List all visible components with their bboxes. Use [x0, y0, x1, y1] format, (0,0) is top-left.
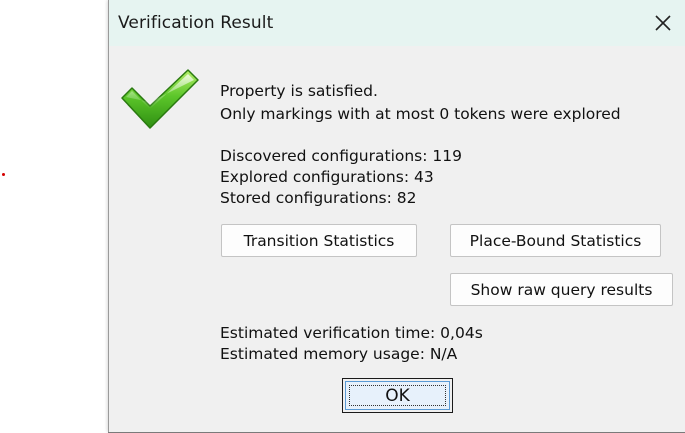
checkmark-icon [121, 69, 199, 129]
show-raw-query-results-button[interactable]: Show raw query results [450, 273, 673, 306]
ok-button[interactable]: OK [342, 378, 453, 413]
discovered-configurations: Discovered configurations: 119 [220, 147, 462, 165]
estimated-verification-time: Estimated verification time: 0,04s [220, 324, 483, 342]
dialog-title: Verification Result [118, 13, 274, 33]
explored-configurations: Explored configurations: 43 [220, 168, 434, 186]
title-bar: Verification Result [109, 0, 685, 46]
result-status: Property is satisfied. [220, 82, 378, 100]
close-icon [655, 15, 671, 31]
verification-result-dialog: Verification Result Property is satisfie… [108, 0, 685, 432]
transition-statistics-button[interactable]: Transition Statistics [221, 224, 417, 257]
estimated-memory-usage: Estimated memory usage: N/A [220, 345, 458, 363]
screen: Verification Result Property is satisfie… [0, 0, 685, 433]
result-note: Only markings with at most 0 tokens were… [220, 105, 621, 123]
stored-configurations: Stored configurations: 82 [220, 189, 417, 207]
place-bound-statistics-button[interactable]: Place-Bound Statistics [450, 224, 661, 257]
close-button[interactable] [640, 8, 685, 38]
ok-button-label: OK [345, 381, 450, 410]
background-dot [2, 173, 5, 176]
